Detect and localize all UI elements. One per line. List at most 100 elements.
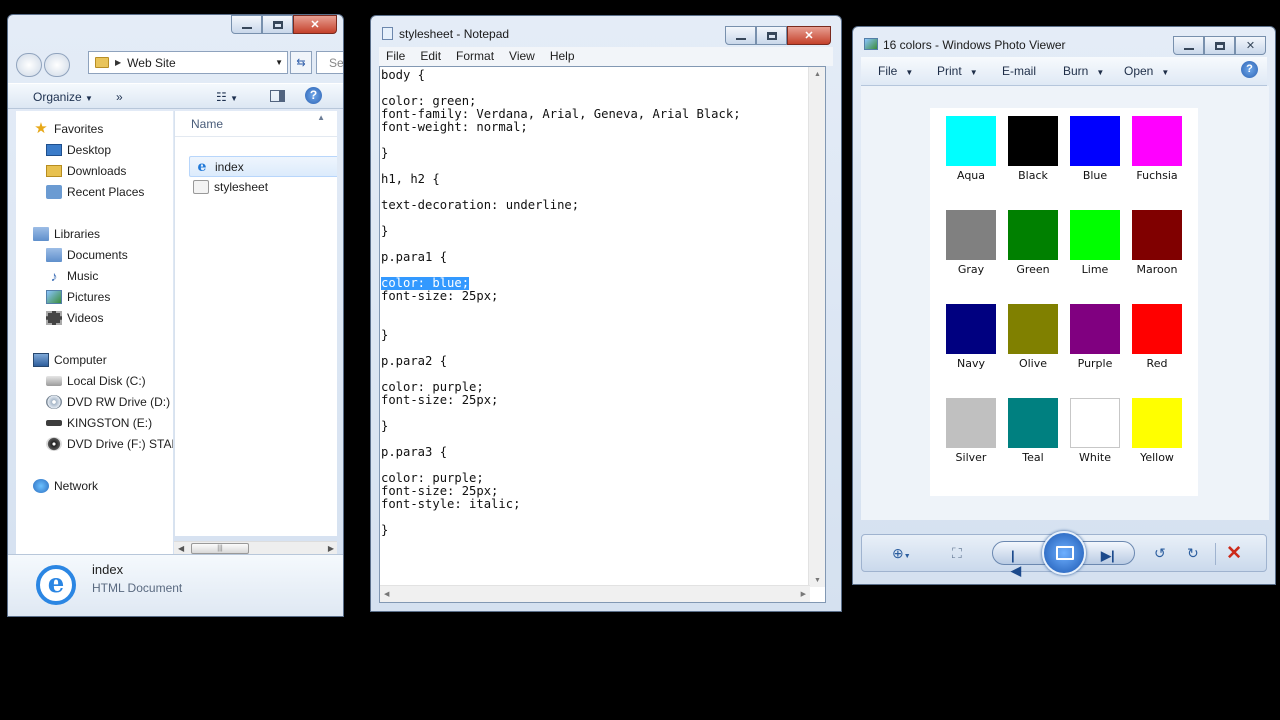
maximize-button[interactable] [756,26,787,45]
nav-label: Local Disk (C:) [67,374,146,388]
menu-file[interactable]: File [379,47,413,66]
nav-desktop[interactable]: Desktop [46,143,111,157]
help-button[interactable]: ? [305,87,322,104]
refresh-button[interactable]: ⇆ [290,51,312,74]
scroll-right-icon[interactable]: ▶ [328,544,334,553]
nav-documents[interactable]: Documents [46,248,128,262]
code-line: text-decoration: underline; [381,198,580,212]
column-header-name[interactable]: Name ▲ [175,111,337,137]
nav-label: Pictures [67,290,111,304]
nav-pictures[interactable]: Pictures [46,290,110,304]
color-swatch [946,116,996,166]
nav-dvd-drive[interactable]: DVD Drive (F:) STAR [46,437,173,451]
rotate-counterclockwise-button[interactable]: ↺ [1154,545,1166,562]
color-swatch-label: Aqua [956,169,986,182]
nav-label: DVD RW Drive (D:) N [67,395,173,409]
help-icon[interactable]: ? [1241,61,1258,78]
forward-button[interactable] [44,53,70,77]
chevron-down-icon: ▼ [230,94,239,103]
zoom-button[interactable]: ⊕▼ [892,545,911,562]
nav-libraries[interactable]: Libraries [33,227,100,241]
scroll-left-icon[interactable]: ◀ [384,590,389,598]
nav-music[interactable]: ♪ Music [46,268,99,284]
rotate-clockwise-button[interactable]: ↻ [1187,545,1199,562]
close-button[interactable]: ✕ [293,15,337,34]
print-menu[interactable]: Print ▼ [937,64,978,78]
nav-kingston[interactable]: KINGSTON (E:) [46,416,152,430]
color-swatch-label: Green [1016,263,1050,276]
color-swatch-label: Fuchsia [1136,169,1178,182]
code-line: } [381,328,389,342]
nav-computer[interactable]: Computer [33,353,107,367]
actual-size-icon: ⛶ [952,545,962,561]
change-view-button[interactable]: ☷ ▼ [216,90,238,104]
music-icon: ♪ [50,268,58,284]
search-input[interactable]: Se [316,51,343,74]
chevron-down-icon: ▼ [85,94,93,103]
email-button[interactable]: E-mail [1002,64,1036,78]
nav-videos[interactable]: Videos [46,311,103,325]
organize-button[interactable]: Organize ▼ [33,90,93,104]
file-row-index[interactable]: e index [189,156,337,177]
editor-vertical-scrollbar[interactable]: ▲ ▼ [808,67,825,587]
nav-local-disk[interactable]: Local Disk (C:) [46,374,146,388]
code-line: p.para2 { [381,354,448,368]
minimize-button[interactable] [725,26,756,45]
preview-pane-button[interactable] [270,90,285,105]
nav-downloads[interactable]: Downloads [46,164,126,178]
dvd-icon [46,395,62,409]
color-swatch [1132,210,1182,260]
color-swatch-label: Silver [955,451,987,464]
scroll-down-icon[interactable]: ▼ [814,577,821,584]
menu-view[interactable]: View [502,47,543,66]
file-list-horizontal-scrollbar[interactable]: ◀ ||| ▶ [174,541,337,555]
burn-menu[interactable]: Burn ▼ [1063,64,1104,78]
close-button[interactable]: ✕ [787,26,831,45]
minimize-button[interactable] [1173,36,1204,55]
maximize-button[interactable] [262,15,293,34]
slideshow-button[interactable] [1042,531,1086,575]
explorer-titlebar[interactable]: ✕ [8,15,343,45]
file-menu[interactable]: File ▼ [878,64,913,78]
address-bar[interactable]: ▶ Web Site ▼ [88,51,288,74]
menu-edit[interactable]: Edit [413,47,449,66]
nav-network[interactable]: Network [33,479,98,493]
color-swatch-label: Black [1018,169,1048,182]
documents-icon [46,248,62,262]
editor-horizontal-scrollbar[interactable]: ◀ ▶ [380,585,810,602]
code-line: } [381,224,389,238]
photo-canvas: Aqua Black Blue Fuchsia Gray Green Lime Maroon N… [861,86,1269,520]
nav-favorites[interactable]: ★ Favorites [33,121,103,136]
chevron-down-icon: ▼ [969,68,978,77]
menu-help[interactable]: Help [543,47,583,66]
nav-recent-places[interactable]: Recent Places [46,185,144,199]
text-editor[interactable]: color: blue; body {color: green; font-fam… [379,66,826,603]
photo-viewer-toolbar: File ▼ Print ▼ E-mail Burn ▼ Open ▼ ? [861,57,1267,86]
nav-dvd-rw-drive[interactable]: DVD RW Drive (D:) N [46,395,173,409]
scrollbar-thumb[interactable]: ||| [191,543,249,554]
nav-label: Desktop [67,143,112,157]
back-button[interactable] [16,53,42,77]
nav-label: DVD Drive (F:) STAR [67,437,173,451]
menu-format[interactable]: Format [449,47,502,66]
photo-viewer-titlebar[interactable]: 16 colors - Windows Photo Viewer ✕ [853,27,1275,57]
minimize-button[interactable] [231,15,262,34]
color-swatch-label: Red [1146,357,1168,370]
file-name: index [215,159,244,174]
more-commands-button[interactable]: » [116,90,123,104]
close-button[interactable]: ✕ [1235,36,1266,55]
actual-size-button[interactable]: ⛶ [952,545,962,562]
scroll-up-icon[interactable]: ▲ [814,71,821,78]
desktop-icon [46,144,62,156]
dvd-icon [46,437,62,451]
notepad-titlebar[interactable]: stylesheet - Notepad ✕ [371,16,841,46]
code-line: font-style: italic; [381,497,521,511]
file-row-stylesheet[interactable]: stylesheet [193,180,268,194]
scroll-left-icon[interactable]: ◀ [178,544,184,553]
scroll-right-icon[interactable]: ▶ [801,590,806,598]
maximize-button[interactable] [1204,36,1235,55]
open-menu[interactable]: Open ▼ [1124,64,1169,78]
address-dropdown-icon[interactable]: ▼ [275,58,283,67]
delete-button[interactable]: ✕ [1226,542,1242,565]
maximize-icon [272,20,283,29]
